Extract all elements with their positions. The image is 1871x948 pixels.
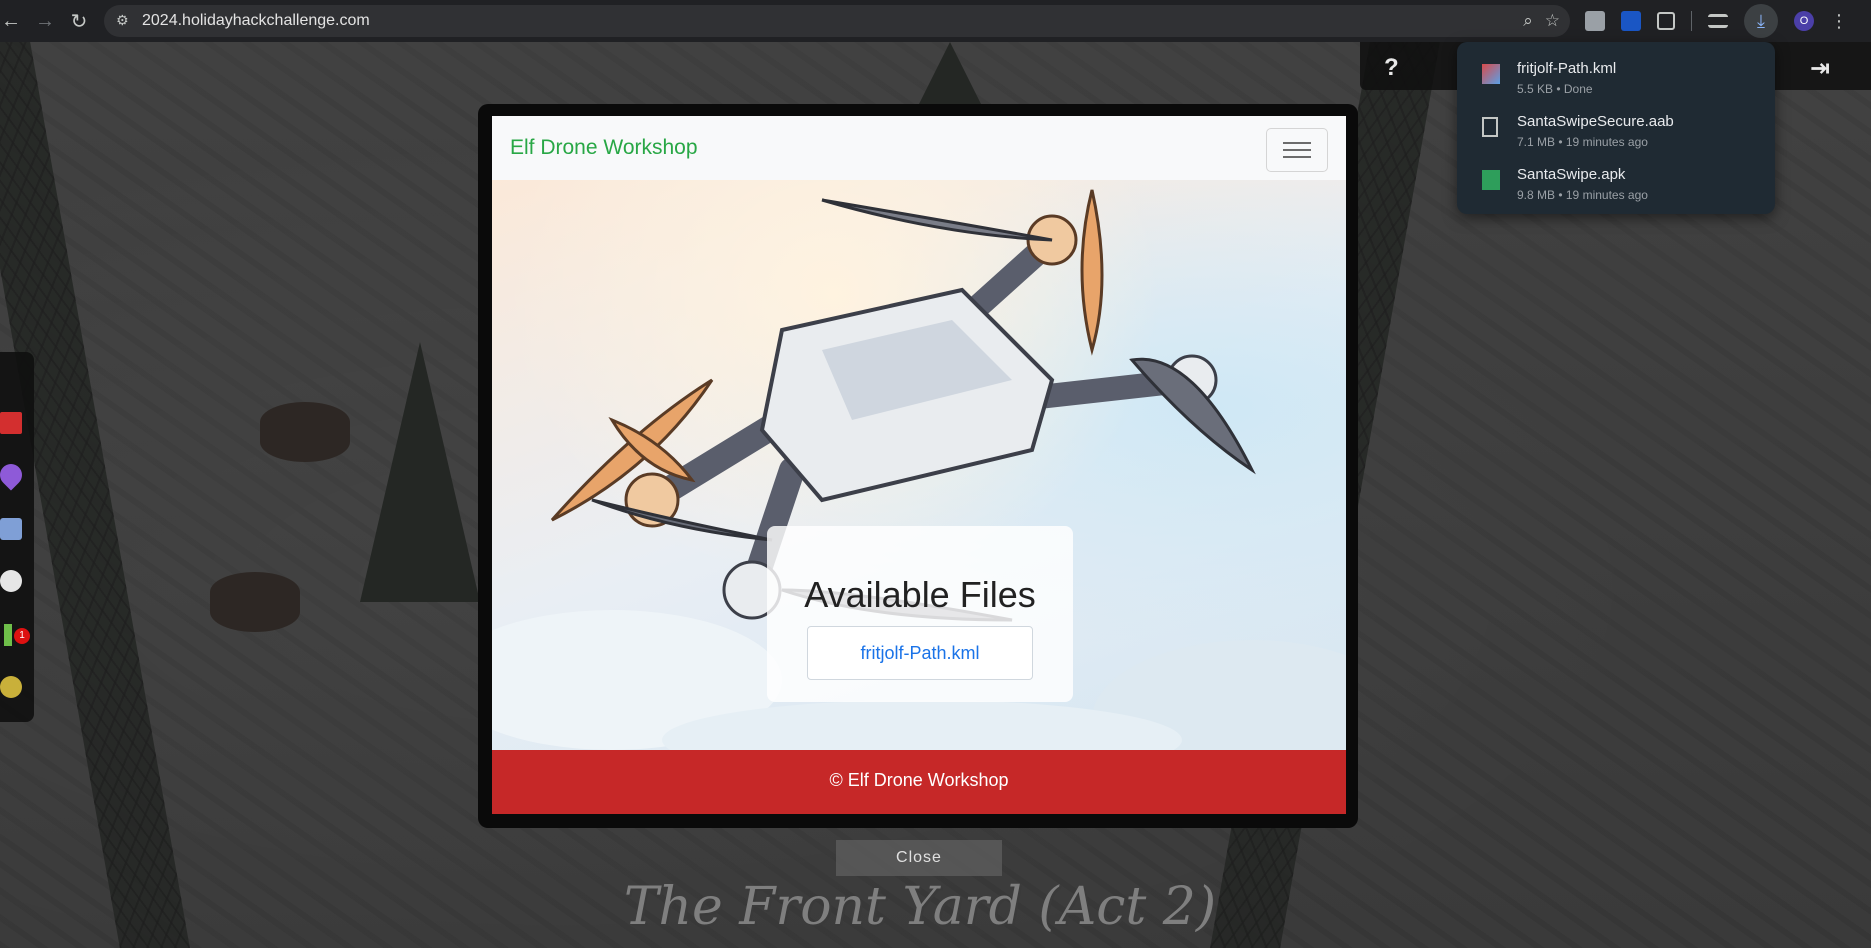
site-info-icon[interactable]: ⚙ [116, 12, 129, 29]
available-files-card: Available Files fritjolf-Path.kml [767, 526, 1073, 702]
navbar: Elf Drone Workshop [492, 116, 1346, 180]
media-controls-icon[interactable] [1708, 14, 1728, 28]
download-status: 9.8 MB • 19 minutes ago [1517, 188, 1648, 202]
available-files-title: Available Files [804, 574, 1036, 615]
forward-icon[interactable]: → [28, 4, 62, 38]
extension-icon-2[interactable] [1621, 11, 1641, 31]
area-title: The Front Yard (Act 2) [623, 877, 1217, 937]
download-filename: SantaSwipe.apk [1517, 166, 1626, 183]
bookmark-star-icon[interactable]: ☆ [1545, 11, 1560, 31]
logout-icon[interactable]: ⇥ [1810, 54, 1830, 83]
download-filename: SantaSwipeSecure.aab [1517, 113, 1674, 130]
file-download-link[interactable]: fritjolf-Path.kml [807, 626, 1033, 680]
footer-copyright: © Elf Drone Workshop [829, 770, 1009, 790]
chat-icon[interactable] [0, 570, 22, 592]
browser-menu-icon[interactable]: ⋮ [1830, 11, 1848, 32]
url-text[interactable]: 2024.holidayhackchallenge.com [142, 12, 370, 30]
download-status: 5.5 KB • Done [1517, 82, 1593, 96]
map-pin-icon[interactable] [0, 459, 27, 491]
download-item[interactable]: SantaSwipe.apk 9.8 MB • 19 minutes ago [1457, 160, 1775, 212]
notification-badge: 1 [14, 628, 30, 644]
book-icon[interactable] [0, 412, 22, 434]
toolbar-divider [1691, 11, 1692, 31]
download-item[interactable]: fritjolf-Path.kml 5.5 KB • Done [1457, 54, 1775, 106]
side-dock [0, 352, 34, 722]
hamburger-line [1283, 156, 1311, 158]
close-button[interactable]: Close [836, 840, 1002, 876]
checklist-icon[interactable] [0, 518, 22, 540]
download-filename: fritjolf-Path.kml [1517, 60, 1617, 77]
downloads-popup: fritjolf-Path.kml 5.5 KB • Done SantaSwi… [1457, 42, 1775, 214]
back-icon[interactable]: ← [0, 4, 28, 38]
extension-icon-1[interactable] [1585, 11, 1605, 31]
help-icon[interactable]: ? [1384, 54, 1399, 82]
download-icon: ⤓ [1757, 10, 1765, 31]
reload-icon[interactable]: ↻ [62, 4, 96, 38]
profile-avatar[interactable]: O [1794, 11, 1814, 31]
browser-toolbar: ← → ↻ ⚙ 2024.holidayhackchallenge.com ⌕ … [0, 0, 1871, 42]
info-icon[interactable] [4, 624, 12, 646]
footer: © Elf Drone Workshop [492, 750, 1346, 814]
navbar-toggler-button[interactable] [1266, 128, 1328, 172]
download-item[interactable]: SantaSwipeSecure.aab 7.1 MB • 19 minutes… [1457, 107, 1775, 159]
drone-hero-image: Available Files fritjolf-Path.kml [492, 180, 1346, 750]
downloads-button[interactable]: ⤓ [1744, 4, 1778, 38]
badge-icon[interactable] [0, 676, 22, 698]
zoom-icon[interactable]: ⌕ [1523, 11, 1533, 31]
extensions-puzzle-icon[interactable] [1657, 12, 1675, 30]
address-bar[interactable]: ⚙ 2024.holidayhackchallenge.com ⌕ ☆ [104, 5, 1570, 37]
hamburger-line [1283, 149, 1311, 151]
kml-file-icon [1482, 64, 1500, 84]
download-status: 7.1 MB • 19 minutes ago [1517, 135, 1648, 149]
apk-file-icon [1482, 170, 1500, 190]
navbar-brand[interactable]: Elf Drone Workshop [510, 136, 698, 160]
drone-workshop-modal: Elf Drone Workshop Available Files fritj… [492, 116, 1346, 814]
file-icon [1482, 117, 1498, 137]
hamburger-line [1283, 142, 1311, 144]
